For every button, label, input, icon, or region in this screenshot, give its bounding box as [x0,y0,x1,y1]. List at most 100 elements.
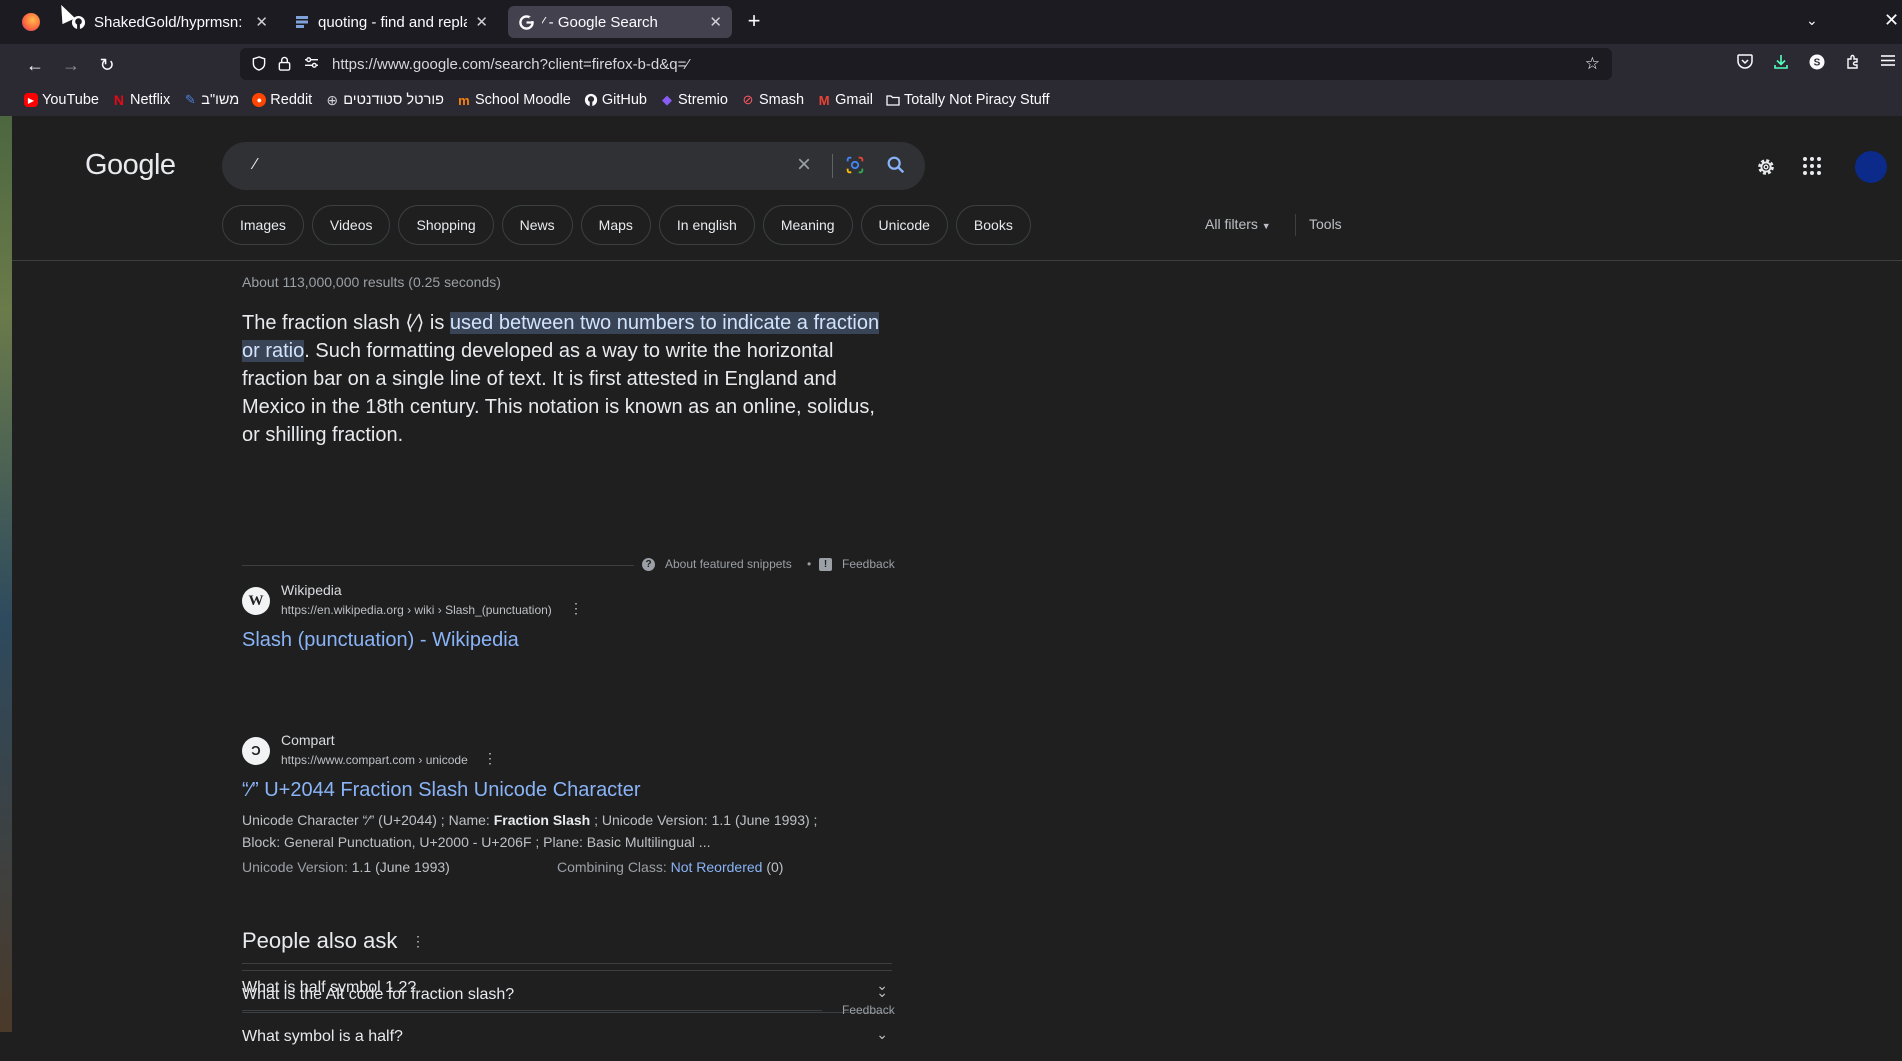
header-divider [12,260,1902,261]
youtube-icon: ▶ [24,93,38,107]
list-all-tabs-icon[interactable]: ⌄ [1806,12,1818,29]
chevron-down-icon: ⌄ [876,984,888,1000]
bookmark-student-portal[interactable]: ⊕ פורטל סטודנטים [325,91,444,109]
window-close-icon[interactable]: ✕ [1884,10,1899,31]
filters-divider [1295,214,1296,236]
tab-title: ShakedGold/hyprmsn: M [94,13,248,31]
bookmark-smash[interactable]: ⊘ Smash [741,92,805,108]
reload-icon[interactable]: ↻ [94,52,120,78]
forward-arrow-icon[interactable]: → [58,52,84,78]
downloads-icon[interactable] [1773,54,1789,74]
gmail-icon: M [818,92,830,108]
search-input[interactable]: ⁄ [254,156,257,174]
paa-question[interactable]: What is the Alt code for fraction slash?… [242,970,892,1020]
all-filters-button[interactable]: All filters ▼ [1205,216,1271,232]
wikipedia-icon[interactable]: W [242,587,270,615]
chip-maps[interactable]: Maps [580,205,651,245]
tab-close-icon[interactable]: ✕ [475,13,488,31]
paa-feedback[interactable]: Feedback [842,1003,895,1017]
bird-icon: ✎ [184,92,196,107]
chip-unicode[interactable]: Unicode [860,205,948,245]
more-options-icon[interactable]: ⋮ [411,933,425,950]
not-reordered-link[interactable]: Not Reordered [671,859,763,875]
snippet-feedback[interactable]: ! Feedback [819,557,895,571]
stremio-icon: ◆ [662,92,672,107]
navigation-toolbar: ← → ↻ https://www.google.com/search?clie… [0,44,1902,84]
folder-icon [886,93,900,107]
moodle-icon: m [458,92,470,108]
google-logo[interactable]: Google [85,149,176,182]
firefox-icon[interactable] [22,13,40,31]
back-arrow-icon[interactable]: ← [22,52,48,78]
result-title-link[interactable]: Slash (punctuation) - Wikipedia [242,629,519,652]
featured-snippet-text: The fraction slash ⟨⁄⟩ is used between t… [242,312,880,446]
result-stats: About 113,000,000 results (0.25 seconds) [242,274,501,290]
menu-hamburger-icon[interactable] [1881,54,1895,71]
github-icon [584,93,598,107]
chip-news[interactable]: News [501,205,573,245]
result-description: Unicode Character “⁄” (U+2044) ; Name: F… [242,812,818,850]
tab-close-icon[interactable]: ✕ [709,13,722,31]
tab-close-icon[interactable]: ✕ [255,13,268,31]
lock-icon[interactable] [278,56,291,74]
pocket-icon[interactable] [1737,54,1753,73]
search-box[interactable]: ⁄ × [222,142,925,190]
site-name[interactable]: Compart [281,732,335,748]
bookmark-folder-piracy[interactable]: Totally Not Piracy Stuff [886,92,1050,108]
compart-icon[interactable]: Ɔ [242,737,270,765]
bookmark-stremio[interactable]: ◆ Stremio [660,92,728,108]
chip-books[interactable]: Books [955,205,1031,245]
site-url[interactable]: https://en.wikipedia.org › wiki › Slash_… [281,603,552,617]
tab-github[interactable]: ShakedGold/hyprmsn: M ✕ [60,6,278,38]
chip-in-english[interactable]: In english [658,205,755,245]
bookmark-mashov[interactable]: ✎ משו"ב [183,92,239,108]
stackexchange-icon [294,14,310,30]
tools-button[interactable]: Tools [1309,216,1342,232]
more-options-icon[interactable]: ⋮ [569,600,583,617]
chip-videos[interactable]: Videos [311,205,391,245]
url-text: https://www.google.com/search?client=fir… [332,56,689,73]
help-icon: ? [642,557,655,571]
netflix-icon: N [113,92,125,108]
account-icon[interactable]: S [1809,54,1825,74]
chip-images[interactable]: Images [222,205,304,245]
about-featured-snippets[interactable]: ? About featured snippets [642,557,792,571]
separator-dot: • [807,557,812,571]
bookmark-netflix[interactable]: N Netflix [112,92,170,108]
google-lens-icon[interactable] [844,154,866,176]
shield-icon[interactable] [252,56,266,74]
feedback-icon: ! [819,557,832,571]
settings-gear-icon[interactable] [1755,156,1777,184]
caret-down-icon: ▼ [1261,221,1271,231]
permissions-icon[interactable] [304,56,319,72]
bookmark-school-moodle[interactable]: m School Moodle [457,92,571,108]
chevron-down-icon: ⌄ [876,1026,888,1042]
avatar[interactable] [1855,151,1887,183]
chip-shopping[interactable]: Shopping [398,205,494,245]
snippet-footer-line [242,565,634,566]
clear-search-icon[interactable]: × [797,151,811,179]
bookmark-youtube[interactable]: ▶ YouTube [24,92,99,108]
search-filter-chips: Images Videos Shopping News Maps In engl… [222,205,1039,245]
bookmarks-toolbar: ▶ YouTube N Netflix ✎ משו"ב ● Reddit ⊕ פורטל … [0,84,1902,116]
bookmark-github[interactable]: GitHub [584,92,647,108]
people-also-ask-title: People also ask [242,928,398,953]
google-apps-icon[interactable] [1802,156,1822,182]
url-bar[interactable]: https://www.google.com/search?client=fir… [240,48,1612,80]
site-url[interactable]: https://www.compart.com › unicode [281,753,468,767]
tab-google-search[interactable]: ⁄ - Google Search ✕ [508,6,732,38]
bookmark-reddit[interactable]: ● Reddit [252,92,312,108]
result-title-link[interactable]: “⁄” U+2044 Fraction Slash Unicode Charac… [242,779,641,802]
globe-icon: ⊕ [326,91,339,108]
extensions-icon[interactable] [1845,54,1861,74]
site-name[interactable]: Wikipedia [281,582,342,598]
search-divider [832,154,833,178]
tab-strip: ShakedGold/hyprmsn: M ✕ quoting - find a… [0,0,1902,44]
new-tab-button[interactable]: + [740,8,768,36]
bookmark-gmail[interactable]: M Gmail [817,92,873,108]
chip-meaning[interactable]: Meaning [762,205,853,245]
tab-quoting[interactable]: quoting - find and replace ✕ [284,6,498,38]
more-options-icon[interactable]: ⋮ [483,750,497,767]
search-icon[interactable] [885,154,907,176]
bookmark-star-icon[interactable]: ☆ [1585,54,1600,74]
